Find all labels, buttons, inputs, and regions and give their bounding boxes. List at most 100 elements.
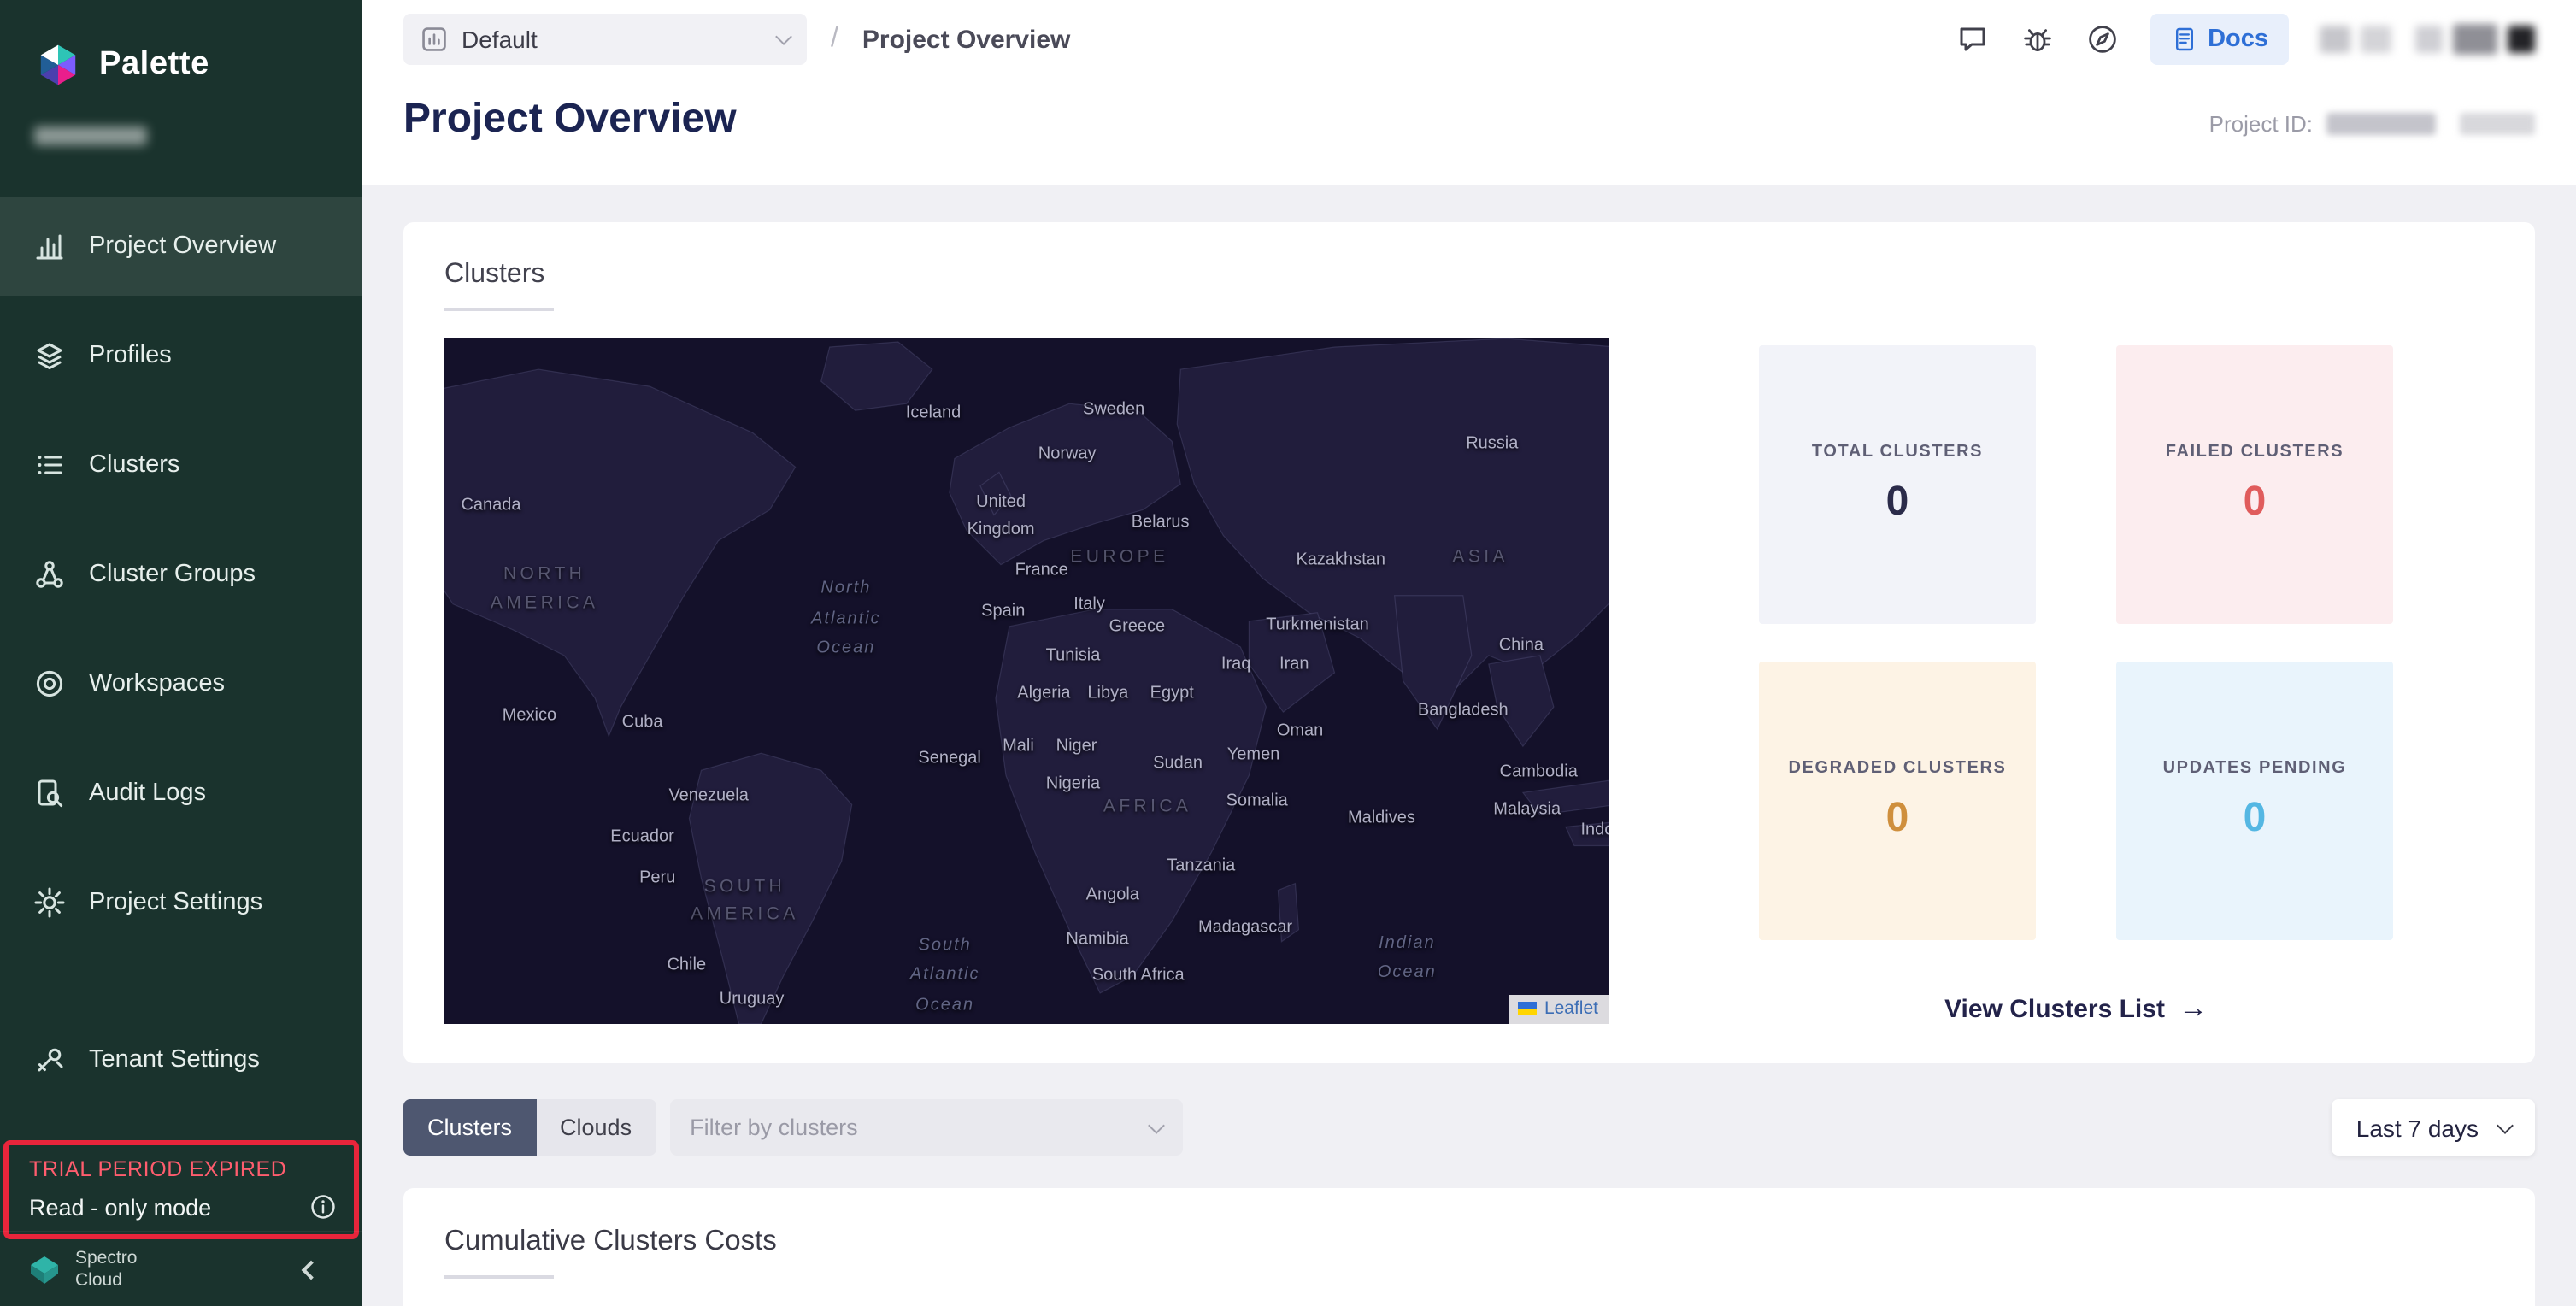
map-label: Indonesia: [1581, 817, 1609, 844]
sidebar: Palette Project Overview Profiles Clus: [0, 0, 362, 1306]
map-label: Namibia: [1066, 927, 1128, 954]
map-label: North Atlantic Ocean: [811, 574, 881, 664]
stat-value: 0: [2244, 479, 2267, 527]
brand-name: Palette: [99, 46, 209, 84]
palette-logo-icon: [34, 41, 82, 89]
map-label: Italy: [1073, 591, 1105, 618]
stat-label: DEGRADED CLUSTERS: [1789, 759, 2007, 778]
sidebar-item-tenant-settings[interactable]: Tenant Settings: [0, 1010, 362, 1109]
map-label: Nigeria: [1046, 772, 1100, 798]
map-label: Iraq: [1221, 652, 1250, 679]
content: Clusters: [362, 185, 2576, 1306]
map-label: Cuba: [622, 709, 663, 736]
view-clusters-list-label: View Clusters List: [1944, 994, 2165, 1023]
map-label: ASIA: [1452, 544, 1508, 572]
map-label: Niger: [1056, 734, 1097, 761]
redacted-project-id-2: [2460, 113, 2535, 135]
layers-icon: [34, 340, 65, 371]
date-range-value: Last 7 days: [2356, 1114, 2479, 1141]
map-label: AFRICA: [1103, 792, 1191, 821]
breadcrumb-separator: /: [831, 24, 838, 55]
sidebar-item-label: Audit Logs: [89, 779, 206, 807]
stat-value: 0: [1886, 795, 1909, 843]
footer-brand-top: Spectro: [75, 1248, 137, 1269]
sidebar-item-project-settings[interactable]: Project Settings: [0, 853, 362, 952]
map-label: Uruguay: [720, 987, 785, 1014]
leaflet-attribution[interactable]: Leaflet: [1510, 995, 1609, 1024]
project-selector-value: Default: [462, 26, 538, 53]
map-label: Somalia: [1226, 789, 1288, 815]
stat-tile: FAILED CLUSTERS 0: [2116, 345, 2393, 624]
map-label: EUROPE: [1070, 544, 1168, 572]
docs-button[interactable]: Docs: [2150, 14, 2289, 65]
map-label: Peru: [639, 866, 675, 892]
costs-card: Cumulative Clusters Costs: [403, 1188, 2535, 1306]
sidebar-item-workspaces[interactable]: Workspaces: [0, 634, 362, 733]
sidebar-item-label: Profiles: [89, 342, 172, 369]
redacted-project-name: [34, 126, 147, 145]
page-title: Project Overview: [403, 96, 737, 144]
sidebar-item-clusters[interactable]: Clusters: [0, 415, 362, 515]
chart-icon: [34, 231, 65, 262]
map-label: France: [1015, 557, 1068, 584]
map-label: Tanzania: [1167, 853, 1235, 879]
clusters-filter-select[interactable]: Filter by clusters: [669, 1099, 1182, 1156]
map-label: Egypt: [1150, 680, 1194, 707]
stat-label: FAILED CLUSTERS: [2166, 443, 2344, 462]
stat-tile: DEGRADED CLUSTERS 0: [1759, 662, 2036, 940]
ukraine-flag-icon: [1519, 1002, 1538, 1015]
stat-tile: UPDATES PENDING 0: [2116, 662, 2393, 940]
map-label: Kazakhstan: [1296, 547, 1385, 574]
map-label: Algeria: [1017, 680, 1070, 707]
map-label: Sudan: [1153, 751, 1203, 778]
stat-value: 0: [1886, 479, 1909, 527]
topbar: Default / Project Overview Docs: [362, 0, 2576, 79]
map-label: Iceland: [906, 401, 962, 427]
sidebar-item-profiles[interactable]: Profiles: [0, 306, 362, 405]
sidebar-item-audit-logs[interactable]: Audit Logs: [0, 744, 362, 843]
tab-clouds[interactable]: Clouds: [536, 1099, 656, 1156]
page-header: Project Overview Project ID:: [362, 79, 2576, 185]
main-area: Default / Project Overview Docs: [362, 0, 2576, 1306]
costs-card-title: Cumulative Clusters Costs: [444, 1226, 2494, 1258]
map-label: Cambodia: [1500, 759, 1578, 785]
collapse-sidebar-icon[interactable]: [302, 1260, 321, 1280]
tab-clusters[interactable]: Clusters: [403, 1099, 536, 1156]
sidebar-item-label: Tenant Settings: [89, 1046, 260, 1074]
bug-icon[interactable]: [2020, 22, 2054, 56]
app: Palette Project Overview Profiles Clus: [0, 0, 2576, 1306]
map-label: Chile: [667, 953, 706, 980]
map-label: Belarus: [1132, 510, 1190, 537]
redacted-project-id: [2326, 113, 2436, 135]
cluster-stats: TOTAL CLUSTERS 0 FAILED CLUSTERS 0 DEGRA…: [1759, 345, 2393, 1026]
map-label: Indian Ocean: [1378, 929, 1437, 989]
stat-label: TOTAL CLUSTERS: [1812, 443, 1983, 462]
clusters-card: Clusters: [403, 222, 2535, 1063]
map-label: SOUTH AMERICA: [691, 873, 799, 928]
project-selector-dropdown[interactable]: Default: [403, 14, 807, 65]
sidebar-item-label: Project Overview: [89, 232, 276, 260]
map-label: South Atlantic Ocean: [910, 931, 980, 1021]
map-label: Libya: [1087, 680, 1128, 707]
project-chart-icon: [421, 26, 448, 53]
map-labels-layer: IcelandSwedenNorwayRussiaCanadaUnited Ki…: [444, 338, 1609, 1024]
sidebar-item-cluster-groups[interactable]: Cluster Groups: [0, 525, 362, 624]
title-underline: [444, 308, 554, 311]
info-icon[interactable]: [309, 1193, 337, 1221]
map-label: Senegal: [918, 746, 980, 773]
world-map[interactable]: IcelandSwedenNorwayRussiaCanadaUnited Ki…: [444, 338, 1609, 1024]
compass-icon[interactable]: [2085, 22, 2119, 56]
map-label: Canada: [461, 493, 520, 520]
list-icon: [34, 450, 65, 480]
sidebar-footer: Spectro Cloud: [0, 1231, 362, 1306]
date-range-select[interactable]: Last 7 days: [2332, 1099, 2535, 1156]
palette-logo[interactable]: Palette: [0, 0, 362, 89]
map-label: Turkmenistan: [1266, 613, 1368, 639]
spectro-cloud-icon: [27, 1252, 62, 1286]
chat-icon[interactable]: [1955, 22, 1989, 56]
map-label: Russia: [1466, 432, 1518, 458]
breadcrumb: Project Overview: [862, 25, 1070, 54]
sidebar-item-project-overview[interactable]: Project Overview: [0, 197, 362, 296]
view-clusters-list-link[interactable]: View Clusters List →: [1759, 991, 2393, 1026]
map-label: Yemen: [1227, 743, 1280, 769]
